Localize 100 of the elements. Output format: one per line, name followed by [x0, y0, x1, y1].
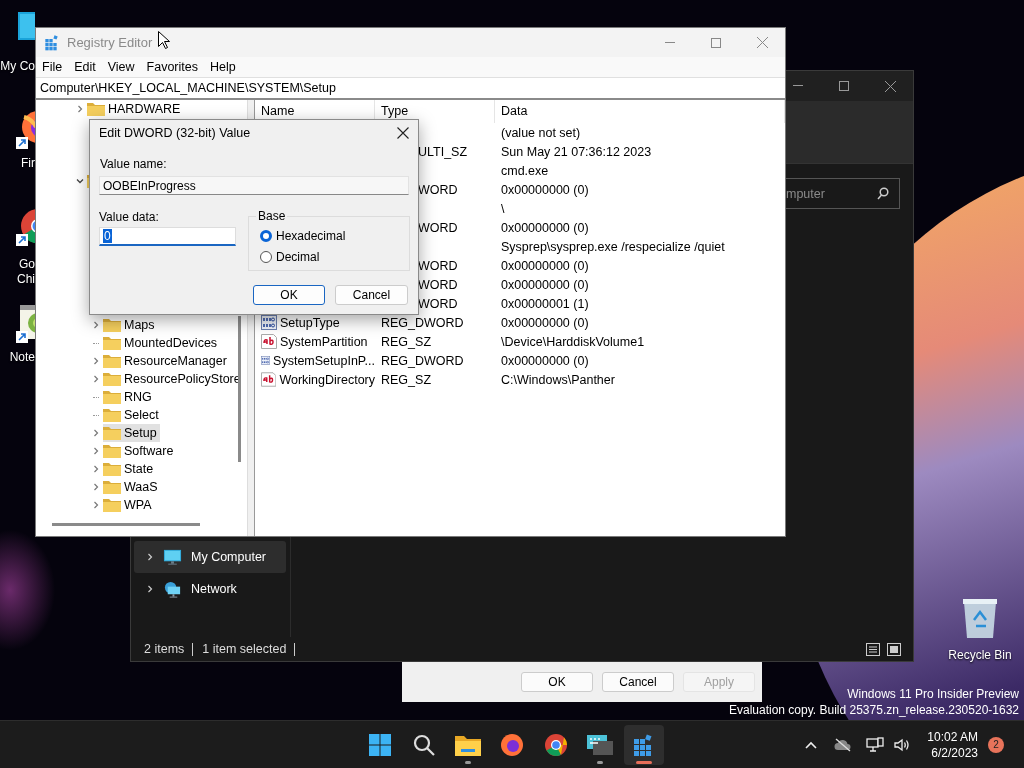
- maximize-icon[interactable]: [839, 81, 849, 91]
- chevron-right-icon[interactable]: [92, 321, 100, 329]
- tree-item[interactable]: State: [103, 460, 157, 478]
- value-name: SystemSetupInP...: [273, 353, 375, 368]
- close-icon[interactable]: [884, 80, 896, 92]
- nav-item[interactable]: My Computer: [134, 541, 286, 573]
- desktop-icon-label[interactable]: Fir: [0, 156, 35, 171]
- menu-item[interactable]: File: [37, 60, 68, 74]
- value-data: \: [501, 201, 505, 216]
- desktop-icon-label[interactable]: Note: [0, 350, 35, 365]
- tree-item[interactable]: Setup: [103, 424, 160, 442]
- desktop-icon-label[interactable]: Go: [0, 257, 35, 272]
- menu-item[interactable]: View: [102, 60, 140, 74]
- folder-icon: [103, 318, 121, 332]
- dialog-title: Edit DWORD (32-bit) Value: [99, 126, 251, 140]
- tree-item[interactable]: WPA: [103, 496, 155, 514]
- folder-icon: [103, 408, 121, 422]
- folder-icon: [103, 390, 121, 404]
- minimize-icon[interactable]: [665, 41, 675, 44]
- tree-item[interactable]: HARDWARE: [87, 100, 184, 118]
- tree-item[interactable]: ResourcePolicyStore: [103, 370, 244, 388]
- field-label: Value name:: [100, 157, 167, 171]
- radio-label[interactable]: Decimal: [276, 249, 320, 264]
- taskbar-button[interactable]: [624, 724, 664, 765]
- dialog-button[interactable]: Cancel: [335, 285, 408, 305]
- column-header[interactable]: Data: [495, 100, 785, 123]
- notification-badge[interactable]: 2: [988, 736, 1004, 753]
- tree-item[interactable]: MountedDevices: [103, 334, 221, 352]
- clock-time[interactable]: 10:02 AM: [927, 728, 978, 745]
- registry-cubes-icon: [44, 34, 60, 51]
- radio-button[interactable]: [260, 250, 272, 263]
- recycle-bin-label[interactable]: Recycle Bin: [948, 648, 1012, 662]
- window-title: Registry Editor: [67, 35, 153, 50]
- volume-icon[interactable]: [894, 737, 911, 752]
- menu-item[interactable]: Favorites: [141, 60, 203, 74]
- minimize-icon[interactable]: [793, 85, 803, 87]
- folder-icon: [103, 480, 121, 494]
- vertical-scrollbar[interactable]: [238, 316, 241, 462]
- folder-icon: [103, 336, 121, 350]
- clock-date[interactable]: 6/2/2023: [931, 744, 978, 761]
- dialog-button[interactable]: OK: [521, 672, 593, 692]
- radio-button[interactable]: [260, 229, 272, 242]
- network-icon: [163, 579, 182, 599]
- value-type: WORD: [418, 182, 458, 197]
- address-bar[interactable]: Computer\HKEY_LOCAL_MACHINE\SYSTEM\Setup: [36, 77, 785, 100]
- tiles-view-icon[interactable]: [887, 642, 901, 656]
- folder-icon: [103, 462, 121, 476]
- value-name: WorkingDirectory: [279, 372, 375, 387]
- tree-item[interactable]: WaaS: [103, 478, 161, 496]
- nav-item[interactable]: Network: [134, 573, 286, 605]
- horizontal-scrollbar[interactable]: [52, 523, 200, 526]
- desktop-icon-label[interactable]: My Co: [0, 59, 35, 74]
- cloud-off-icon[interactable]: [834, 737, 853, 752]
- build-info-text: Windows 11 Pro Insider Preview: [847, 686, 1019, 702]
- value-data-field[interactable]: 0: [99, 227, 236, 246]
- tree-item[interactable]: ResourceManager: [103, 352, 230, 370]
- tree-item[interactable]: RNG: [103, 388, 155, 406]
- recycle-bin-icon[interactable]: [960, 596, 1000, 640]
- field-label: Value data:: [99, 210, 159, 224]
- folder-icon: [103, 498, 121, 512]
- chevron-down-icon[interactable]: [76, 177, 84, 185]
- string-value-icon: [261, 334, 277, 349]
- folder-icon[interactable]: [455, 733, 481, 756]
- start-icon[interactable]: [368, 732, 392, 757]
- network-icon[interactable]: [866, 736, 885, 753]
- value-data: Sun May 21 07:36:12 2023: [501, 144, 652, 159]
- folder-icon: [103, 372, 121, 386]
- tree-item[interactable]: Maps: [103, 316, 158, 334]
- folder-icon: [103, 354, 121, 368]
- status-text: 1 item selected: [202, 642, 296, 656]
- chrome-icon[interactable]: [544, 732, 568, 757]
- chevron-up-icon[interactable]: [805, 740, 818, 749]
- value-type: WORD: [418, 220, 458, 235]
- search-icon[interactable]: [877, 187, 889, 200]
- close-icon[interactable]: [397, 127, 409, 139]
- desktop-icon-label[interactable]: Chi: [0, 272, 35, 287]
- value-name-field[interactable]: OOBEInProgress: [99, 176, 409, 195]
- terminal-icon[interactable]: [587, 732, 613, 757]
- details-view-icon[interactable]: [866, 642, 880, 656]
- maximize-icon[interactable]: [711, 37, 721, 48]
- string-value-icon: [261, 372, 277, 387]
- value-data: Sysprep\sysprep.exe /respecialize /quiet: [501, 239, 725, 254]
- search-icon[interactable]: [412, 732, 436, 757]
- menu-item[interactable]: Edit: [69, 60, 101, 74]
- value-name: SystemPartition: [280, 334, 368, 349]
- value-type: REG_SZ: [381, 334, 431, 349]
- menu-item[interactable]: Help: [205, 60, 241, 74]
- value-data: 0x00000000 (0): [501, 220, 589, 235]
- chevron-right-icon[interactable]: [146, 553, 154, 561]
- radio-label[interactable]: Hexadecimal: [276, 228, 346, 243]
- value-type: ULTI_SZ: [418, 144, 468, 159]
- dialog-button[interactable]: OK: [253, 285, 325, 305]
- chevron-right-icon[interactable]: [146, 585, 154, 593]
- value-data: \Device\HarddiskVolume1: [501, 334, 645, 349]
- tree-item[interactable]: Software: [103, 442, 177, 460]
- search-field[interactable]: mputer: [786, 178, 900, 209]
- tree-item[interactable]: Select: [103, 406, 162, 424]
- binary-value-icon: [261, 353, 271, 368]
- dialog-button[interactable]: Cancel: [602, 672, 674, 692]
- firefox-icon[interactable]: [500, 732, 524, 757]
